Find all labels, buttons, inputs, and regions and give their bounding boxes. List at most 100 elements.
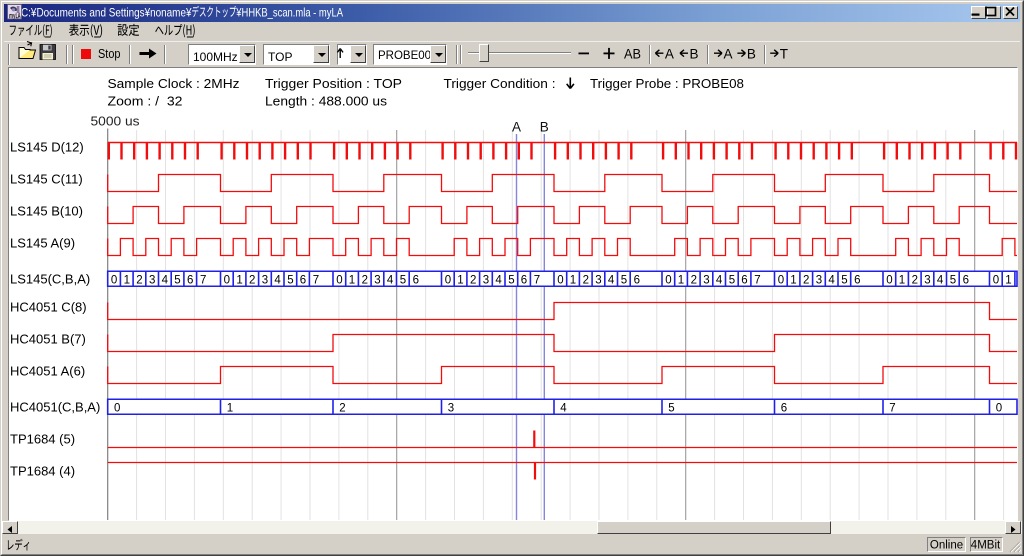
svg-text:4MBit: 4MBit [971, 540, 1001, 552]
svg-text:6: 6 [521, 274, 527, 286]
svg-text:7: 7 [889, 402, 895, 414]
svg-text:4: 4 [828, 274, 835, 286]
svg-text:3: 3 [149, 274, 155, 286]
svg-text:4: 4 [162, 274, 169, 286]
svg-text:1: 1 [349, 274, 355, 286]
svg-text:1: 1 [899, 274, 905, 286]
svg-text:1: 1 [227, 402, 233, 414]
svg-text:5: 5 [668, 402, 674, 414]
svg-text:2: 2 [339, 402, 345, 414]
svg-text:LS145 B(10): LS145 B(10) [10, 204, 83, 219]
svg-text:B: B [747, 47, 756, 62]
svg-text:Sample Clock : 2MHz: Sample Clock : 2MHz [108, 76, 240, 91]
svg-text:Trigger Position : TOP: Trigger Position : TOP [265, 76, 402, 91]
svg-text:7: 7 [313, 274, 319, 286]
svg-text:3: 3 [816, 274, 822, 286]
svg-text:B: B [540, 120, 549, 135]
svg-text:6: 6 [187, 274, 193, 286]
svg-text:Online: Online [930, 540, 963, 552]
svg-text:B: B [690, 47, 699, 62]
svg-text:0: 0 [557, 274, 563, 286]
svg-text:0: 0 [665, 274, 671, 286]
svg-text:2: 2 [803, 274, 809, 286]
svg-text:3: 3 [703, 274, 709, 286]
svg-text:7: 7 [200, 274, 206, 286]
svg-text:6: 6 [300, 274, 306, 286]
svg-text:HC4051(C,B,A): HC4051(C,B,A) [10, 400, 100, 415]
svg-text:Length : 488.000 us: Length : 488.000 us [265, 94, 388, 109]
svg-text:2: 2 [912, 274, 918, 286]
svg-text:1: 1 [790, 274, 796, 286]
svg-text:LS145 D(12): LS145 D(12) [10, 140, 84, 155]
svg-text:1: 1 [236, 274, 242, 286]
svg-text:Trigger Probe : PROBE08: Trigger Probe : PROBE08 [590, 76, 744, 91]
svg-text:TP1684 (4): TP1684 (4) [10, 464, 75, 479]
svg-text:4: 4 [716, 274, 723, 286]
svg-text:4: 4 [387, 274, 394, 286]
svg-text:5: 5 [508, 274, 514, 286]
svg-text:7: 7 [534, 274, 540, 286]
svg-text:Trigger Condition :: Trigger Condition : [444, 76, 556, 91]
svg-text:5000 us: 5000 us [91, 114, 141, 129]
svg-text:6: 6 [781, 402, 787, 414]
svg-text:3: 3 [924, 274, 930, 286]
svg-text:1: 1 [124, 274, 130, 286]
svg-text:0: 0 [445, 274, 451, 286]
svg-text:Stop: Stop [98, 46, 121, 61]
svg-text:4: 4 [495, 274, 502, 286]
svg-text:4: 4 [274, 274, 281, 286]
svg-text:3: 3 [262, 274, 268, 286]
svg-text:1: 1 [678, 274, 684, 286]
svg-text:T: T [780, 47, 788, 62]
svg-text:A: A [665, 47, 674, 62]
svg-text:3: 3 [448, 402, 454, 414]
svg-text:0: 0 [886, 274, 892, 286]
svg-text:TP1684 (5): TP1684 (5) [10, 432, 75, 447]
svg-text:HC4051 A(6): HC4051 A(6) [10, 364, 85, 379]
svg-text:6: 6 [854, 274, 860, 286]
svg-text:0: 0 [111, 274, 117, 286]
svg-text:6: 6 [741, 274, 747, 286]
svg-text:0: 0 [993, 274, 999, 286]
svg-text:0: 0 [996, 402, 1002, 414]
svg-text:3: 3 [374, 274, 380, 286]
svg-text:5: 5 [621, 274, 627, 286]
svg-text:4: 4 [560, 402, 567, 414]
svg-text:5: 5 [400, 274, 406, 286]
svg-text:Zoom : / 32: Zoom : / 32 [108, 94, 183, 109]
svg-text:5: 5 [729, 274, 735, 286]
svg-text:2: 2 [691, 274, 697, 286]
svg-text:1: 1 [1005, 274, 1011, 286]
svg-text:2: 2 [362, 274, 368, 286]
svg-text:5: 5 [287, 274, 293, 286]
svg-text:A: A [512, 120, 521, 135]
svg-text:4: 4 [937, 274, 944, 286]
svg-text:5: 5 [950, 274, 956, 286]
svg-text:2: 2 [470, 274, 476, 286]
svg-text:AB: AB [624, 47, 641, 62]
svg-text:0: 0 [336, 274, 342, 286]
svg-text:LS145 C(11): LS145 C(11) [10, 172, 83, 187]
svg-text:6: 6 [413, 274, 419, 286]
svg-text:3: 3 [483, 274, 489, 286]
svg-text:2: 2 [249, 274, 255, 286]
svg-text:1: 1 [457, 274, 463, 286]
svg-text:0: 0 [778, 274, 784, 286]
svg-text:7: 7 [754, 274, 760, 286]
svg-text:4: 4 [608, 274, 615, 286]
svg-text:5: 5 [174, 274, 180, 286]
svg-text:1: 1 [570, 274, 576, 286]
svg-text:HC4051 C(8): HC4051 C(8) [10, 300, 87, 315]
svg-text:A: A [724, 47, 733, 62]
svg-text:6: 6 [634, 274, 640, 286]
svg-text:C:¥Documents and Settings¥nona: C:¥Documents and Settings¥noname¥ [21, 5, 192, 19]
svg-text:0: 0 [114, 402, 120, 414]
svg-text:LS145 A(9): LS145 A(9) [10, 236, 75, 251]
svg-text:3: 3 [595, 274, 601, 286]
svg-text:0: 0 [224, 274, 230, 286]
svg-text:5: 5 [841, 274, 847, 286]
svg-text:¥HHKB_scan.mla - myLA: ¥HHKB_scan.mla - myLA [236, 5, 344, 19]
svg-text:LS145(C,B,A): LS145(C,B,A) [10, 272, 90, 287]
svg-text:6: 6 [963, 274, 969, 286]
svg-text:2: 2 [136, 274, 142, 286]
